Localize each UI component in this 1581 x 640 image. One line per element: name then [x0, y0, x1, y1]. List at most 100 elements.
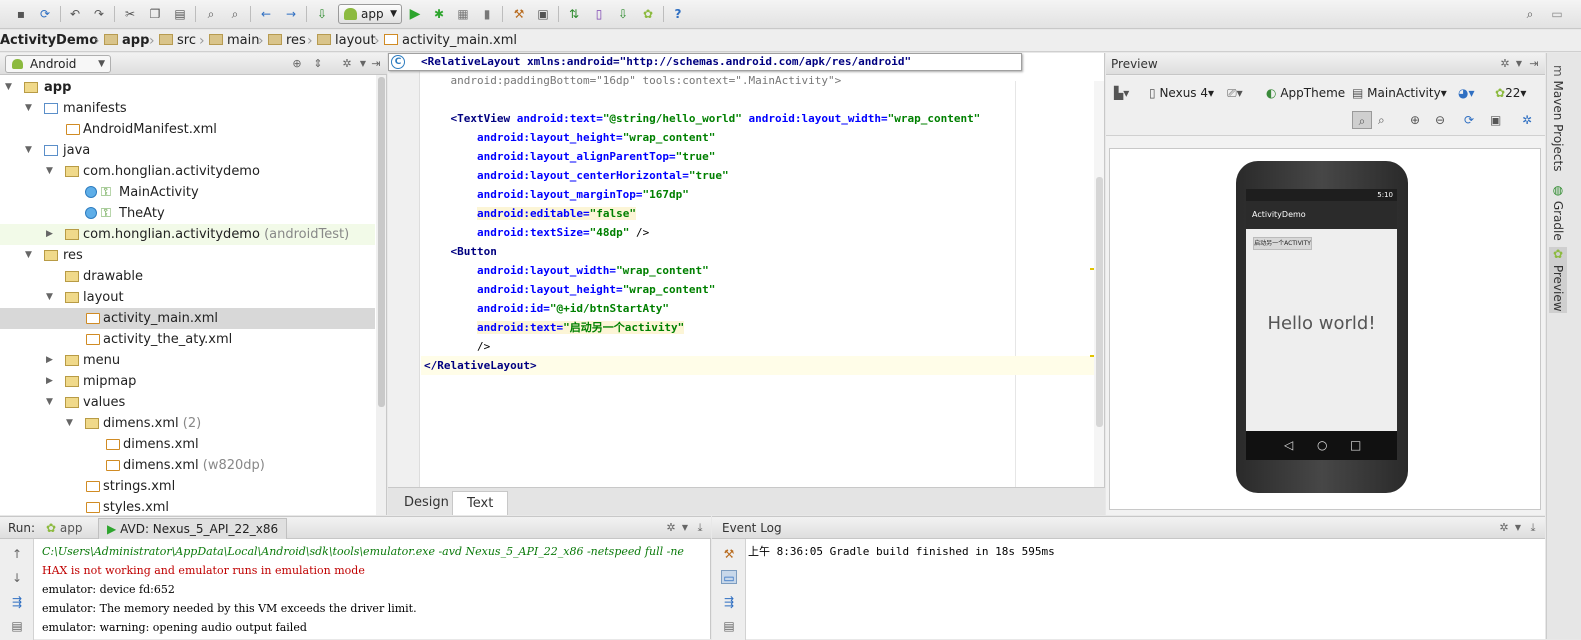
tree-item-app[interactable]: ▼ app	[0, 77, 375, 98]
sync-icon[interactable]: ⟳	[36, 5, 54, 23]
crumb-file[interactable]: activity_main.xml	[384, 32, 517, 50]
tree-item-values[interactable]: ▼ values	[0, 392, 375, 413]
tab-preview[interactable]: ✿ Preview	[1549, 247, 1567, 313]
crumb-main[interactable]: main	[209, 32, 259, 50]
start-activity-button[interactable]: 启动另一个ACTIVITY	[1253, 237, 1312, 250]
code-editor[interactable]: android:paddingBottom="16dp" tools:conte…	[388, 53, 1105, 515]
tree-item-androidtest[interactable]: ▶ com.honglian.activitydemo (androidTest)	[0, 224, 375, 245]
tree-item-dimens-group[interactable]: ▼ dimens.xml (2)	[0, 413, 375, 434]
tree-item-java[interactable]: ▼ java	[0, 140, 375, 161]
hide-icon[interactable]: ⇥	[1527, 57, 1541, 71]
tree-item-mipmap[interactable]: ▶ mipmap	[0, 371, 375, 392]
gear-icon[interactable]: ✲	[1522, 111, 1532, 129]
avd-manager-icon[interactable]: ▯	[590, 5, 608, 23]
replace-icon[interactable]: ⌕	[226, 5, 244, 23]
coverage-icon[interactable]: ▦	[454, 5, 472, 23]
stop-icon[interactable]: ▮	[478, 5, 496, 23]
collapse-icon[interactable]: ⇕	[311, 57, 325, 71]
theme-select[interactable]: ◐ AppTheme	[1266, 84, 1345, 102]
tree-item-dimens[interactable]: dimens.xml	[0, 434, 375, 455]
save-icon[interactable]: ▪	[12, 5, 30, 23]
run-icon[interactable]: ▶	[406, 5, 424, 23]
print-icon[interactable]: ▤	[9, 619, 25, 633]
screenshot-icon[interactable]: ▣	[1490, 111, 1501, 129]
window-icon[interactable]: ▭	[1548, 5, 1566, 23]
run-tab-app[interactable]: ✿ app	[40, 518, 88, 538]
run-tab-avd[interactable]: ▶ AVD: Nexus_5_API_22_x86	[98, 518, 288, 539]
hide-icon[interactable]: ⤓	[1526, 521, 1540, 535]
crumb-module[interactable]: app	[104, 32, 149, 50]
zoom-out-icon[interactable]: ⊖	[1435, 111, 1445, 129]
project-scrollbar[interactable]	[376, 75, 386, 515]
tree-item-menu[interactable]: ▶ menu	[0, 350, 375, 371]
help-icon[interactable]: ?	[669, 5, 687, 23]
render-options-icon[interactable]: ▙▾	[1114, 84, 1129, 102]
tree-item-activity-the-aty[interactable]: activity_the_aty.xml	[0, 329, 375, 350]
cut-icon[interactable]: ✂	[121, 5, 139, 23]
chevron-down-icon[interactable]: ▼	[1511, 521, 1525, 535]
chevron-down-icon[interactable]: ▼	[1512, 57, 1526, 71]
soft-wrap-icon[interactable]: ⇶	[9, 595, 25, 609]
crumb-res[interactable]: res	[268, 32, 306, 50]
api-select[interactable]: ✿22▾	[1495, 84, 1526, 102]
crumb-src[interactable]: src	[159, 32, 196, 50]
gradle-sync-icon[interactable]: ⇅	[565, 5, 583, 23]
gear-icon[interactable]: ✲	[1498, 57, 1512, 71]
clear-icon[interactable]: ▤	[721, 619, 737, 633]
refresh-icon[interactable]: ⟳	[1464, 111, 1474, 129]
chevron-down-icon[interactable]: ▼	[356, 57, 370, 71]
find-icon[interactable]: ⌕	[202, 5, 220, 23]
tab-gradle[interactable]: ◍ Gradle	[1549, 183, 1567, 241]
run-config-select[interactable]: app ▼	[338, 4, 402, 24]
android-device-monitor-icon[interactable]: ✿	[639, 5, 657, 23]
zoom-actual-icon[interactable]: ⌕	[1378, 111, 1385, 129]
scroll-up-icon[interactable]: ↑	[9, 547, 25, 561]
scope-icon[interactable]: ⊕	[290, 57, 304, 71]
tree-item-theaty[interactable]: ⚿ TheAty	[0, 203, 375, 224]
layout-icon[interactable]: ▣	[534, 5, 552, 23]
recents-nav-icon[interactable]: □	[1350, 431, 1361, 460]
redo-icon[interactable]: ↷	[90, 5, 108, 23]
paste-icon[interactable]: ▤	[171, 5, 189, 23]
tree-item-strings[interactable]: strings.xml	[0, 476, 375, 497]
soft-wrap-icon[interactable]: ⇶	[721, 595, 737, 609]
mark-read-icon[interactable]: ▭	[721, 570, 737, 585]
search-everywhere-icon[interactable]: ⌕	[1521, 5, 1539, 23]
tab-text[interactable]: Text	[452, 491, 509, 515]
tree-item-drawable[interactable]: drawable	[0, 266, 375, 287]
tree-item-res[interactable]: ▼ res	[0, 245, 375, 266]
crumb-project[interactable]: ActivityDemo	[0, 32, 98, 50]
crumb-layout[interactable]: layout	[317, 32, 376, 50]
home-nav-icon[interactable]: ○	[1317, 431, 1327, 460]
zoom-fit-icon[interactable]: ⌕	[1352, 111, 1372, 129]
project-structure-icon[interactable]: ⚒	[510, 5, 528, 23]
gear-icon[interactable]: ✲	[1497, 521, 1511, 535]
sdk-manager-icon[interactable]: ⇩	[614, 5, 632, 23]
gear-icon[interactable]: ✲	[340, 57, 354, 71]
forward-icon[interactable]: →	[282, 5, 300, 23]
tab-design[interactable]: Design	[396, 491, 457, 515]
make-project-icon[interactable]: ⇩	[313, 5, 331, 23]
zoom-in-icon[interactable]: ⊕	[1410, 111, 1420, 129]
tree-item-androidmanifest[interactable]: AndroidManifest.xml	[0, 119, 375, 140]
tree-item-package[interactable]: ▼ com.honglian.activitydemo	[0, 161, 375, 182]
back-icon[interactable]: ←	[257, 5, 275, 23]
chevron-down-icon[interactable]: ▼	[678, 521, 692, 535]
back-nav-icon[interactable]: ◁	[1284, 431, 1293, 460]
copy-icon[interactable]: ❐	[146, 5, 164, 23]
undo-icon[interactable]: ↶	[66, 5, 84, 23]
debug-icon[interactable]: ✱	[430, 5, 448, 23]
tree-item-mainactivity[interactable]: ⚿ MainActivity	[0, 182, 375, 203]
gear-icon[interactable]: ✲	[664, 521, 678, 535]
hide-icon[interactable]: ⤓	[693, 521, 707, 535]
settings-icon[interactable]: ⚒	[721, 547, 737, 561]
hide-icon[interactable]: ⇥	[369, 57, 383, 71]
tree-item-manifests[interactable]: ▼ manifests	[0, 98, 375, 119]
orientation-icon[interactable]: ⎚▾	[1227, 84, 1243, 102]
activity-select[interactable]: ▤ MainActivity▾	[1352, 84, 1447, 102]
scroll-down-icon[interactable]: ↓	[9, 571, 25, 585]
tree-item-dimens-w820[interactable]: dimens.xml (w820dp)	[0, 455, 375, 476]
tab-maven-projects[interactable]: m Maven Projects	[1549, 65, 1567, 171]
tree-item-activity-main[interactable]: activity_main.xml	[0, 308, 375, 329]
tree-item-layout[interactable]: ▼ layout	[0, 287, 375, 308]
